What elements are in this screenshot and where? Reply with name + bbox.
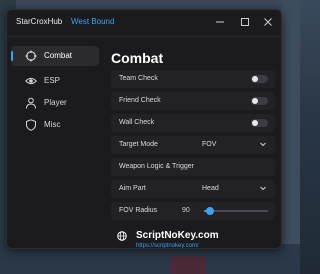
title-bar[interactable]: StarCroxHub West Bound (7, 10, 281, 34)
sidebar-item-label: Combat (44, 51, 73, 60)
shield-icon (26, 119, 36, 131)
aim-part-value[interactable]: Head (202, 185, 219, 192)
toggle-knob (252, 98, 258, 104)
section-label: Weapon Logic & Trigger (119, 163, 194, 170)
maximize-button[interactable] (238, 15, 252, 29)
wall-check-row[interactable]: Wall Check (111, 114, 275, 132)
weapon-logic-row[interactable]: Weapon Logic & Trigger (111, 158, 275, 176)
aim-part-row[interactable]: Aim Part Head (111, 180, 275, 198)
friend-check-row[interactable]: Friend Check (111, 92, 275, 110)
team-check-toggle[interactable] (251, 75, 268, 83)
crosshair-icon (25, 50, 37, 62)
setting-label: Friend Check (119, 97, 161, 104)
sidebar-item-misc[interactable]: Misc (11, 115, 99, 135)
sidebar-item-player[interactable]: Player (11, 93, 99, 113)
close-button[interactable] (261, 15, 275, 29)
background-right-strip (282, 0, 300, 274)
setting-label: Wall Check (119, 119, 155, 126)
minimize-button[interactable] (213, 15, 227, 29)
setting-label: Aim Part (119, 185, 146, 192)
page-title: Combat (111, 50, 164, 66)
chevron-down-icon[interactable] (259, 140, 267, 148)
target-mode-row[interactable]: Target Mode FOV (111, 136, 275, 154)
brand-name: ScriptNoKey.com (136, 230, 219, 241)
background-object (170, 256, 206, 274)
team-check-row[interactable]: Team Check (111, 70, 275, 88)
active-indicator (11, 51, 13, 61)
hub-window: StarCroxHub West Bound Combat ESP Player… (6, 9, 282, 249)
chevron-down-icon[interactable] (259, 184, 267, 192)
setting-label: Team Check (119, 75, 158, 82)
target-mode-value[interactable]: FOV (202, 141, 216, 148)
minimize-icon (216, 21, 224, 23)
sidebar: Combat ESP Player Misc (7, 37, 105, 248)
sidebar-item-combat[interactable]: Combat (11, 46, 99, 66)
maximize-icon (241, 18, 249, 26)
setting-label: Target Mode (119, 141, 158, 148)
friend-check-toggle[interactable] (251, 97, 268, 105)
brand-url-link[interactable]: https://scriptnokey.com/ (136, 243, 199, 248)
slider-handle[interactable] (206, 207, 215, 215)
toggle-knob (252, 76, 258, 82)
wall-check-toggle[interactable] (251, 119, 268, 127)
app-title: StarCroxHub (16, 17, 63, 26)
fov-radius-value: 90 (182, 207, 190, 214)
sidebar-item-label: Misc (44, 120, 61, 129)
user-icon (26, 97, 36, 109)
fov-radius-row[interactable]: FOV Radius 90 (111, 202, 275, 220)
sidebar-item-label: Player (44, 98, 67, 107)
close-icon (264, 18, 272, 26)
eye-icon (25, 77, 37, 85)
sidebar-item-esp[interactable]: ESP (11, 71, 99, 91)
setting-label: FOV Radius (119, 207, 158, 214)
sidebar-item-label: ESP (44, 76, 61, 85)
content-panel: Combat Team Check Friend Check Wall Chec… (107, 37, 281, 248)
game-subtitle: West Bound (71, 17, 115, 26)
globe-icon (117, 231, 127, 241)
toggle-knob (252, 120, 258, 126)
